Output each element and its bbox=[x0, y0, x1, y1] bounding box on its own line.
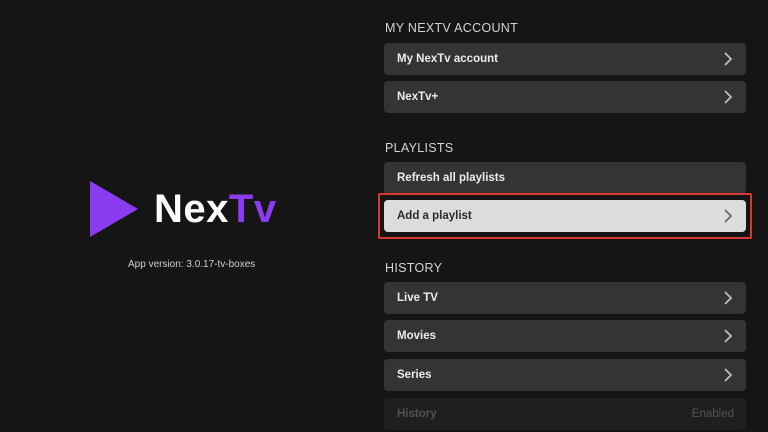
menu-item-label: Series bbox=[397, 369, 432, 381]
logo-text-nex: Nex bbox=[154, 187, 229, 231]
section-title-history: HISTORY bbox=[385, 261, 443, 275]
menu-item-label: My NexTv account bbox=[397, 53, 498, 65]
chevron-right-icon bbox=[724, 90, 733, 104]
chevron-right-icon bbox=[724, 291, 733, 305]
section-title-playlists: PLAYLISTS bbox=[385, 141, 454, 155]
chevron-right-icon bbox=[724, 368, 733, 382]
app-version-label: App version: 3.0.17-tv-boxes bbox=[128, 259, 256, 270]
menu-item-label: NexTv+ bbox=[397, 91, 439, 103]
menu-item-movies[interactable]: Movies bbox=[384, 320, 746, 352]
menu-item-label: Movies bbox=[397, 330, 436, 342]
logo-wordmark: NexTv bbox=[154, 189, 277, 229]
logo-text-tv: Tv bbox=[228, 187, 277, 231]
menu-item-label: Refresh all playlists bbox=[397, 172, 506, 184]
play-logo-icon bbox=[90, 181, 138, 237]
app-logo: NexTv bbox=[88, 180, 298, 238]
menu-item-label: Live TV bbox=[397, 292, 438, 304]
brand-area: NexTv bbox=[88, 180, 298, 238]
menu-item-live-tv[interactable]: Live TV bbox=[384, 282, 746, 314]
menu-item-my-nextv-account[interactable]: My NexTv account bbox=[384, 43, 746, 75]
menu-item-label: Add a playlist bbox=[397, 210, 472, 222]
chevron-right-icon bbox=[724, 52, 733, 66]
history-status-value: Enabled bbox=[691, 408, 734, 420]
menu-item-series[interactable]: Series bbox=[384, 359, 746, 391]
settings-panel: MY NEXTV ACCOUNT My NexTv account NexTv+… bbox=[378, 0, 752, 432]
chevron-right-icon bbox=[724, 209, 733, 223]
menu-item-label: History bbox=[397, 408, 437, 420]
section-title-account: MY NEXTV ACCOUNT bbox=[385, 21, 519, 35]
menu-item-nextv-plus[interactable]: NexTv+ bbox=[384, 81, 746, 113]
menu-item-add-playlist[interactable]: Add a playlist bbox=[384, 200, 746, 232]
chevron-right-icon bbox=[724, 329, 733, 343]
menu-item-history-toggle[interactable]: History Enabled bbox=[384, 398, 746, 430]
menu-item-refresh-playlists[interactable]: Refresh all playlists bbox=[384, 162, 746, 194]
